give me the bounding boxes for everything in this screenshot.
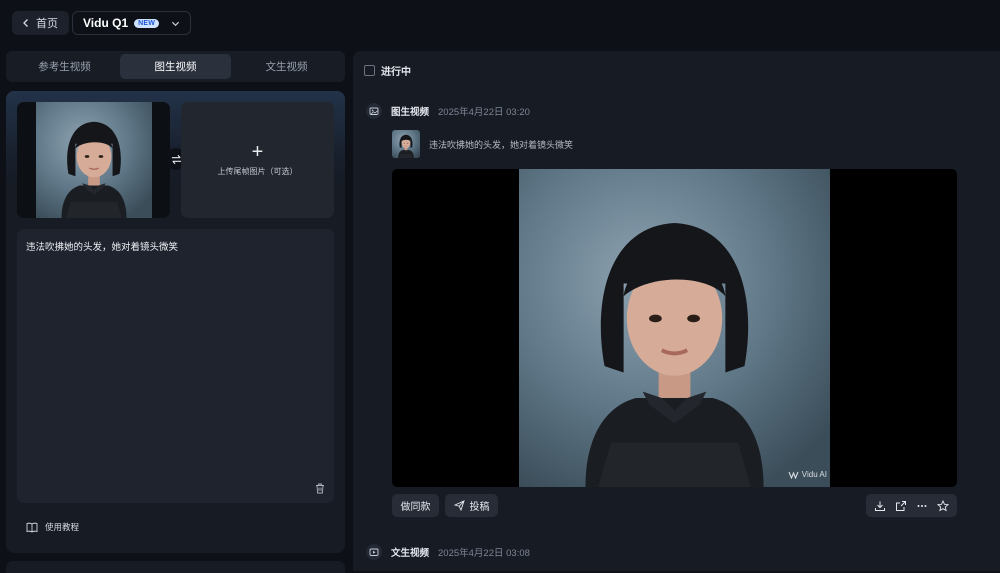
- tab-reference-video[interactable]: 参考生视频: [9, 54, 120, 79]
- submit-button[interactable]: 投稿: [445, 494, 498, 517]
- results-panel: 进行中 图生视频 2025年4月22日 03:20 违法吹拂她的头发，她对着镜头…: [353, 51, 1000, 571]
- prompt-textarea[interactable]: 违法吹拂她的头发，她对着镜头微笑: [17, 229, 334, 503]
- left-panel: 参考生视频 图生视频 文生视频 + 上传尾帧图片（可选） 违法吹拂她的头发，她对…: [6, 51, 345, 573]
- watermark: Vidu AI: [788, 470, 827, 479]
- share-icon: [896, 500, 907, 511]
- same-style-label: 做同款: [400, 502, 431, 513]
- share-button[interactable]: [895, 500, 907, 512]
- video-player[interactable]: Vidu AI: [392, 169, 957, 487]
- in-progress-checkbox[interactable]: [364, 65, 375, 76]
- video-frame: [519, 169, 830, 487]
- entry-time: 2025年4月22日 03:20: [438, 107, 530, 118]
- tutorial-label: 使用教程: [45, 522, 80, 532]
- entry-header: 文生视频 2025年4月22日 03:08: [366, 544, 530, 560]
- video-toolbar: [866, 494, 957, 517]
- generation-panel: + 上传尾帧图片（可选） 违法吹拂她的头发，她对着镜头微笑 使用教程: [6, 91, 345, 553]
- same-style-button[interactable]: 做同款: [392, 494, 439, 517]
- upload-end-frame-label: 上传尾帧图片（可选）: [217, 167, 298, 176]
- new-badge: NEW: [134, 18, 160, 28]
- submit-label: 投稿: [469, 502, 490, 513]
- entry-prompt: 违法吹拂她的头发，她对着镜头微笑: [429, 140, 574, 150]
- tutorial-link[interactable]: 使用教程: [26, 521, 79, 533]
- download-icon: [875, 501, 886, 511]
- home-button[interactable]: 首页: [12, 11, 69, 35]
- start-frame-upload[interactable]: [17, 102, 170, 218]
- start-frame-image: [36, 102, 152, 218]
- entry-header: 图生视频 2025年4月22日 03:20: [366, 103, 530, 119]
- home-label: 首页: [36, 18, 58, 30]
- top-bar: 首页 Vidu Q1 NEW: [0, 0, 1000, 46]
- end-frame-upload[interactable]: + 上传尾帧图片（可选）: [181, 102, 334, 218]
- plus-icon: +: [251, 141, 264, 163]
- more-icon: [917, 504, 927, 507]
- trash-icon[interactable]: [315, 483, 325, 494]
- prompt-text: 违法吹拂她的头发，她对着镜头微笑: [26, 242, 179, 253]
- download-button[interactable]: [874, 500, 886, 512]
- chevron-down-icon: [171, 21, 180, 26]
- more-button[interactable]: [916, 500, 928, 512]
- tab-image-to-video[interactable]: 图生视频: [120, 54, 231, 79]
- in-progress-filter[interactable]: 进行中: [364, 63, 411, 78]
- star-icon: [936, 499, 949, 511]
- model-selector[interactable]: Vidu Q1 NEW: [72, 11, 192, 35]
- vidu-logo-icon: [788, 471, 799, 479]
- book-icon: [26, 522, 38, 533]
- in-progress-label: 进行中: [381, 67, 411, 78]
- reference-image: [392, 130, 420, 158]
- tab-text-to-video[interactable]: 文生视频: [231, 54, 342, 79]
- send-icon: [453, 500, 465, 511]
- favorite-button[interactable]: [936, 499, 949, 512]
- entry-type: 文生视频: [391, 548, 430, 559]
- left-panel-footer: [6, 561, 345, 573]
- model-name: Vidu Q1: [83, 16, 129, 30]
- image-video-icon: [366, 103, 382, 119]
- text-video-icon: [366, 544, 382, 560]
- mode-tabs: 参考生视频 图生视频 文生视频: [6, 51, 345, 82]
- reference-thumbnail[interactable]: [392, 130, 420, 158]
- entry-time: 2025年4月22日 03:08: [438, 548, 530, 559]
- entry-type: 图生视频: [391, 107, 430, 118]
- chevron-left-icon: [23, 19, 28, 27]
- watermark-label: Vidu AI: [801, 470, 827, 479]
